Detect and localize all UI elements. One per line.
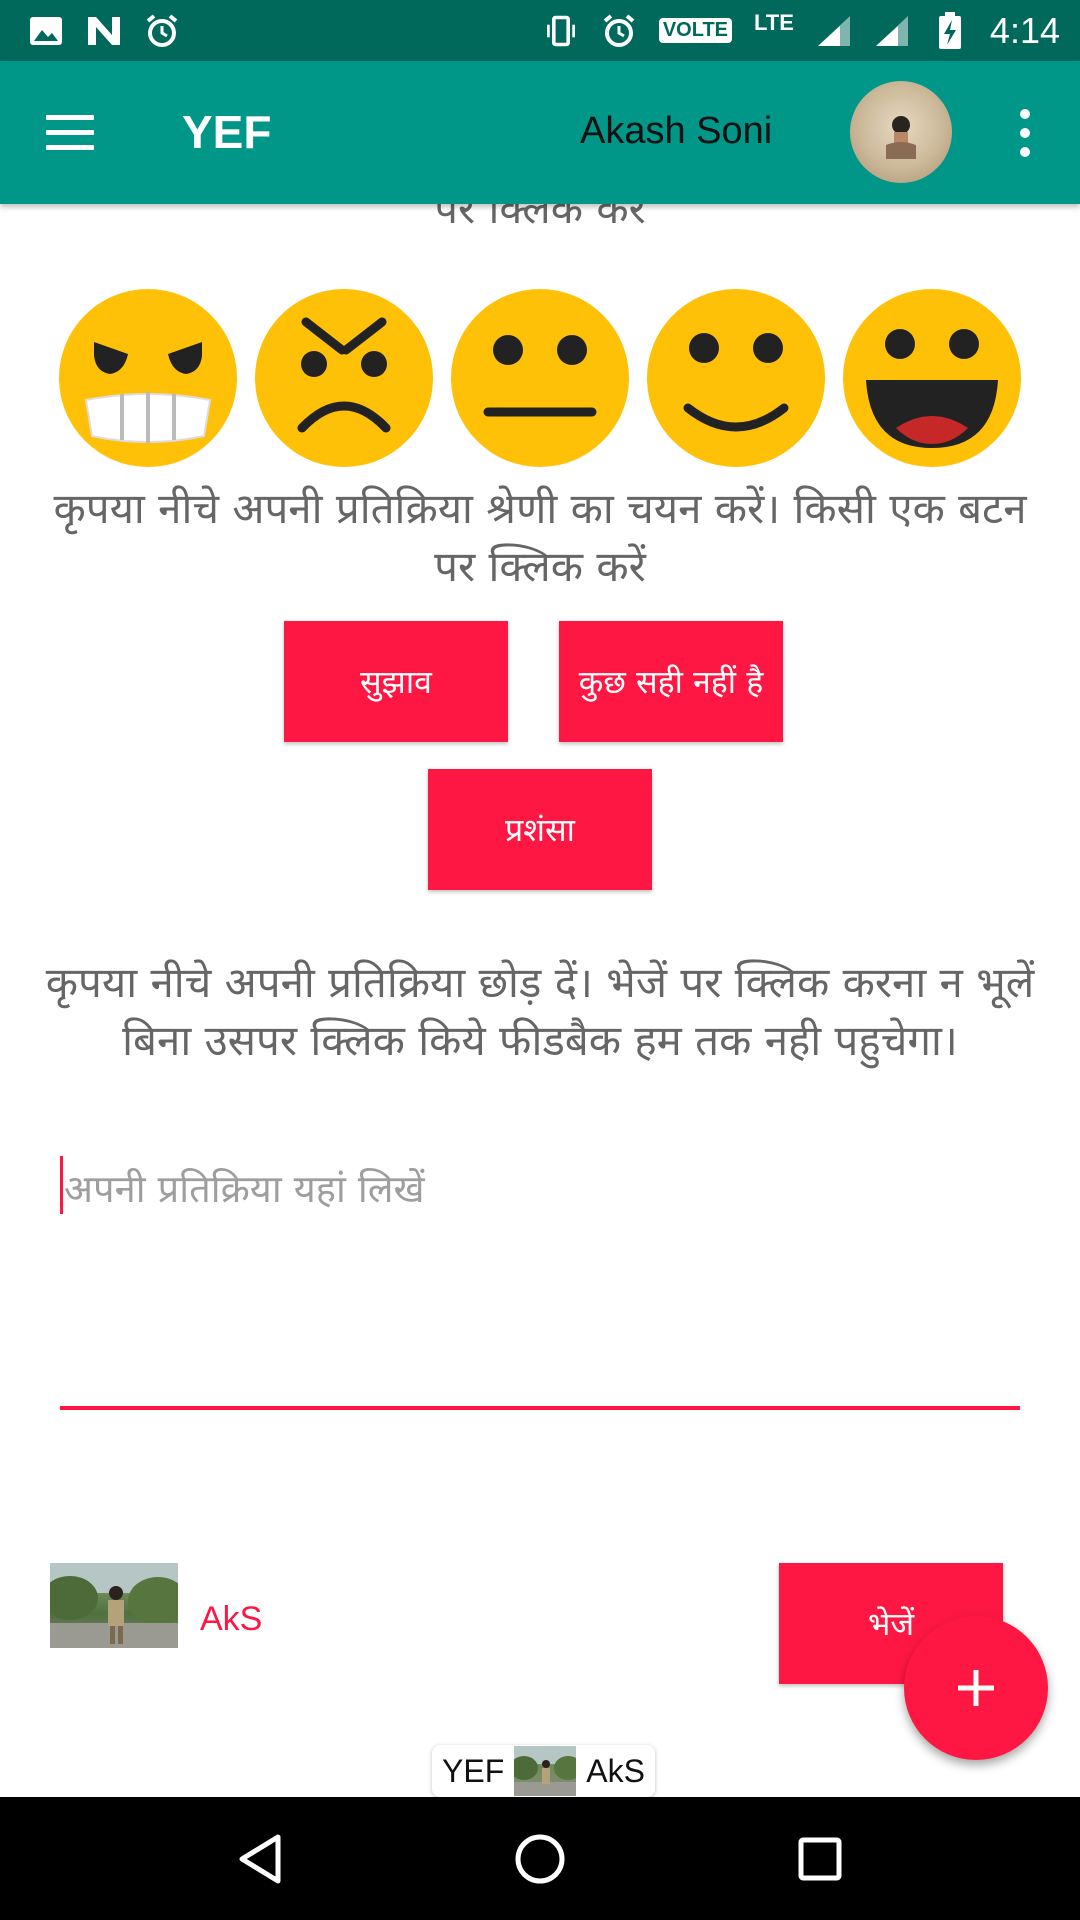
neutral-emoji[interactable] — [450, 288, 630, 468]
happy-emoji[interactable] — [646, 288, 826, 468]
feedback-textarea[interactable]: अपनी प्रतिक्रिया यहां लिखें — [60, 1152, 1020, 1410]
footer-credit: YEF AkS — [432, 1745, 655, 1797]
feedback-instruction: कृपया नीचे अपनी प्रतिक्रिया छोड़ दें। भे… — [45, 958, 1035, 1065]
home-circle-icon — [515, 1834, 565, 1883]
sad-emoji[interactable] — [254, 288, 434, 468]
vibrate-icon — [543, 13, 579, 49]
notification-icons — [28, 13, 180, 49]
user-name: Akash Soni — [580, 110, 773, 152]
menu-button[interactable] — [38, 103, 98, 163]
signal-icon — [816, 13, 852, 49]
user-photo — [50, 1563, 178, 1648]
add-fab-button[interactable] — [904, 1616, 1048, 1760]
navigation-bar — [0, 1797, 1080, 1920]
more-vert-icon — [1020, 109, 1030, 119]
recents-square-icon — [798, 1837, 842, 1880]
n-notification-icon — [86, 13, 122, 49]
feedback-placeholder: अपनी प्रतिक्रिया यहां लिखें — [64, 1167, 425, 1211]
text-cursor — [60, 1156, 63, 1214]
praise-button[interactable]: प्रशंसा — [428, 769, 652, 890]
footer-photo — [510, 1746, 583, 1796]
emoji-rating-row — [58, 288, 1022, 468]
very-happy-emoji[interactable] — [842, 288, 1022, 468]
footer-app-name: YEF — [442, 1752, 505, 1789]
signal-icon — [874, 13, 910, 49]
recents-button[interactable] — [785, 1824, 855, 1894]
avatar[interactable] — [850, 81, 952, 183]
angry-emoji[interactable] — [58, 288, 238, 468]
alarm-icon — [601, 13, 637, 49]
alarm-icon — [144, 13, 180, 49]
plus-icon — [958, 1670, 994, 1706]
overflow-menu-button[interactable] — [1010, 103, 1040, 163]
battery-charging-icon — [932, 11, 968, 49]
back-button[interactable] — [225, 1824, 295, 1894]
suggestion-button[interactable]: सुझाव — [284, 621, 508, 742]
app-title: YEF — [182, 106, 272, 158]
status-bar: VOLTE LTE 4:14 — [0, 0, 1080, 61]
signature-name: AkS — [200, 1600, 263, 1638]
home-button[interactable] — [505, 1824, 575, 1894]
image-icon — [28, 13, 64, 49]
clock: 4:14 — [989, 9, 1060, 51]
back-triangle-icon — [239, 1834, 281, 1883]
category-instruction: कृपया नीचे अपनी प्रतिक्रिया श्रेणी का चय… — [53, 484, 1027, 591]
app-bar: YEF Akash Soni — [0, 61, 1080, 204]
volte-badge: VOLTE — [658, 18, 732, 43]
something-wrong-button[interactable]: कुछ सही नहीं है — [559, 621, 783, 742]
lte-label: LTE — [754, 9, 794, 35]
system-icons: VOLTE LTE 4:14 — [543, 10, 1060, 52]
hamburger-icon — [46, 115, 94, 120]
footer-author: AkS — [586, 1752, 645, 1789]
